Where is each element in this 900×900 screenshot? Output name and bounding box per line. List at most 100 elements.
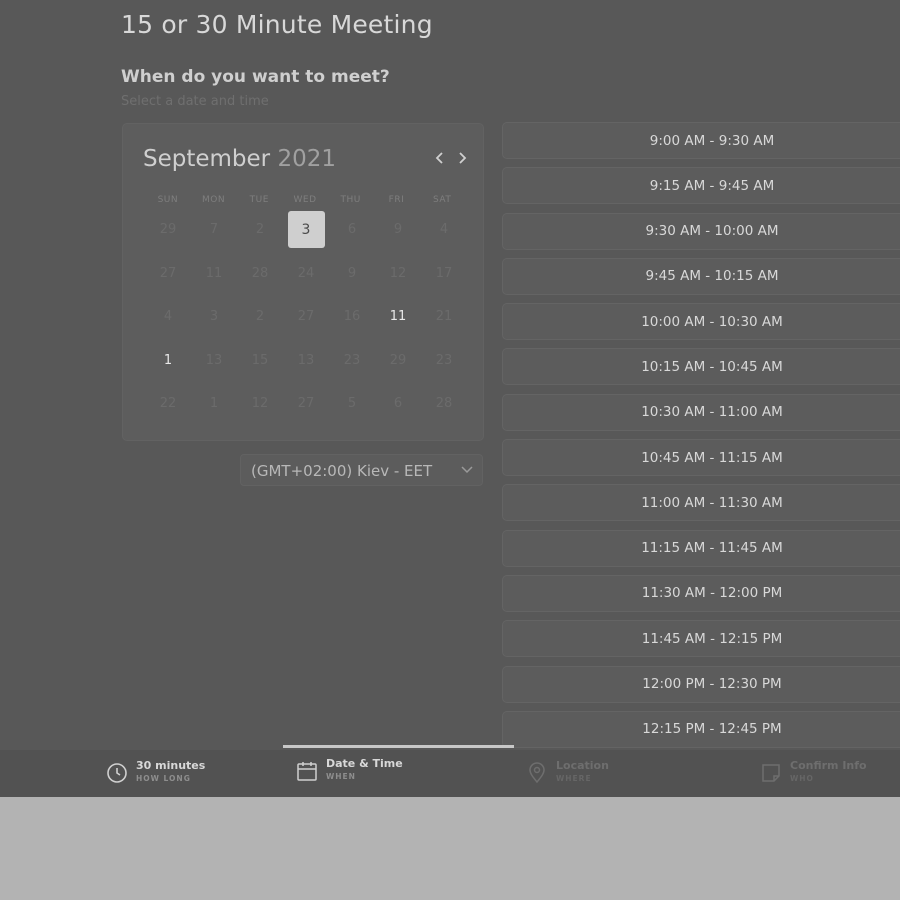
day-number: 27 — [297, 309, 315, 325]
day-number: 28 — [435, 396, 453, 412]
day-number: 23 — [343, 352, 361, 368]
calendar-day: 17 — [421, 252, 467, 296]
calendar-day: 21 — [421, 295, 467, 339]
time-slot-label: 10:45 AM - 11:15 AM — [641, 449, 783, 466]
time-slot-button[interactable]: 10:45 AM - 11:15 AM — [502, 439, 900, 477]
day-number: 29 — [159, 222, 177, 238]
time-slot-button[interactable]: 9:00 AM - 9:30 AM — [502, 122, 900, 159]
time-slot-label: 11:30 AM - 12:00 PM — [641, 585, 783, 602]
day-number: 11 — [389, 309, 407, 325]
time-slot-button[interactable]: 10:15 AM - 10:45 AM — [502, 348, 900, 386]
chevron-left-icon — [435, 152, 443, 164]
time-slot-label: 9:30 AM - 10:00 AM — [645, 223, 779, 240]
calendar-month: September — [143, 146, 271, 172]
step-progress-bar — [283, 745, 514, 748]
time-slot-label: 12:00 PM - 12:30 PM — [642, 676, 782, 693]
time-slot-button[interactable]: 9:15 AM - 9:45 AM — [502, 167, 900, 205]
calendar-day: 13 — [191, 339, 237, 383]
time-slot-button[interactable]: 12:00 PM - 12:30 PM — [502, 665, 900, 703]
time-slot-button[interactable]: 11:45 AM - 12:15 PM — [502, 620, 900, 658]
day-number: 7 — [209, 222, 219, 238]
calendar-day: 9 — [375, 208, 421, 252]
day-number: 4 — [439, 222, 449, 238]
time-slot-button[interactable]: 12:15 PM - 12:45 PM — [502, 710, 900, 748]
calendar-day: 12 — [375, 252, 421, 296]
time-slot-button[interactable]: 11:00 AM - 11:30 AM — [502, 484, 900, 522]
section-hint: Select a date and time — [121, 94, 269, 109]
day-number: 1 — [209, 396, 219, 412]
clock-icon — [107, 763, 127, 783]
selected-day[interactable]: 3 — [283, 208, 329, 252]
location-pin-icon — [529, 762, 545, 784]
day-number: 3 — [287, 211, 325, 249]
time-slot-button[interactable]: 9:45 AM - 10:15 AM — [502, 257, 900, 295]
time-slot-label: 9:45 AM - 10:15 AM — [645, 268, 779, 285]
time-slot-button[interactable]: 10:30 AM - 11:00 AM — [502, 393, 900, 431]
next-month-button[interactable] — [454, 150, 470, 170]
time-slot-button[interactable]: 11:30 AM - 12:00 PM — [502, 574, 900, 612]
day-number: 3 — [209, 309, 219, 325]
day-number: 29 — [389, 352, 407, 368]
step-how-long[interactable]: 30 minutes HOW LONG — [106, 758, 205, 785]
time-slot-button[interactable]: 9:30 AM - 10:00 AM — [502, 212, 900, 250]
time-slot-button[interactable]: 10:00 AM - 10:30 AM — [502, 303, 900, 341]
timezone-label: (GMT+02:00) Kiev - EET — [251, 462, 433, 480]
day-number: 23 — [435, 352, 453, 368]
calendar-day: 16 — [329, 295, 375, 339]
calendar-day[interactable]: 1 — [145, 339, 191, 383]
time-slot-button[interactable]: 11:15 AM - 11:45 AM — [502, 529, 900, 567]
calendar-day: 23 — [421, 339, 467, 383]
step-title: Date & Time — [326, 757, 403, 770]
day-number: 12 — [251, 396, 269, 412]
calendar: September 2021 SUN MON TUE WED THU FRI SAT 29 7… — [122, 123, 484, 441]
calendar-day: 5 — [329, 382, 375, 426]
day-number: 13 — [205, 352, 223, 368]
calendar-day: 7 — [191, 208, 237, 252]
weekday-label: SAT — [433, 195, 452, 205]
calendar-day: 6 — [375, 382, 421, 426]
step-when[interactable]: Date & Time WHEN — [296, 756, 403, 783]
prev-month-button[interactable] — [432, 150, 448, 170]
page-title: 15 or 30 Minute Meeting — [121, 10, 433, 39]
day-number: 16 — [343, 309, 361, 325]
calendar-day: 22 — [145, 382, 191, 426]
step-title: Confirm Info — [790, 759, 867, 772]
step-where[interactable]: Location WHERE — [526, 758, 609, 785]
calendar-icon — [297, 762, 317, 781]
day-number: 2 — [255, 309, 265, 325]
step-subtitle: HOW LONG — [136, 774, 191, 783]
day-number: 9 — [347, 265, 357, 281]
calendar-day: 15 — [237, 339, 283, 383]
calendar-day: 24 — [283, 252, 329, 296]
day-number: 6 — [393, 396, 403, 412]
calendar-grid: 29 7 2 3 6 9 4 27 11 28 24 9 12 17 4 3 2 27 16 11 21 1 13 15 13 2… — [145, 208, 467, 426]
step-subtitle: WHO — [790, 774, 814, 783]
day-number: 2 — [255, 222, 265, 238]
day-number: 24 — [297, 265, 315, 281]
calendar-day: 2 — [237, 295, 283, 339]
note-icon — [762, 764, 780, 782]
day-number: 22 — [159, 396, 177, 412]
calendar-day: 1 — [191, 382, 237, 426]
calendar-day[interactable]: 11 — [375, 295, 421, 339]
timezone-select[interactable]: (GMT+02:00) Kiev - EET — [240, 454, 483, 486]
calendar-day: 28 — [421, 382, 467, 426]
time-slot-label: 10:30 AM - 11:00 AM — [641, 404, 783, 421]
weekday-label: WED — [293, 195, 317, 205]
calendar-day: 23 — [329, 339, 375, 383]
day-number: 15 — [251, 352, 269, 368]
step-who[interactable]: Confirm Info WHO — [760, 758, 867, 785]
calendar-day: 6 — [329, 208, 375, 252]
time-slot-list: 9:00 AM - 9:30 AM 9:15 AM - 9:45 AM 9:30 A… — [502, 122, 900, 756]
chevron-right-icon — [459, 152, 467, 164]
section-heading: When do you want to meet? — [121, 67, 390, 87]
calendar-day: 27 — [283, 295, 329, 339]
weekday-label: THU — [340, 195, 361, 205]
day-number: 4 — [163, 309, 173, 325]
day-number: 1 — [163, 352, 173, 368]
weekday-header: SUN MON TUE WED THU FRI SAT — [145, 195, 465, 207]
calendar-day: 12 — [237, 382, 283, 426]
day-number: 13 — [297, 352, 315, 368]
time-slot-label: 10:00 AM - 10:30 AM — [641, 313, 783, 330]
day-number: 27 — [159, 265, 177, 281]
